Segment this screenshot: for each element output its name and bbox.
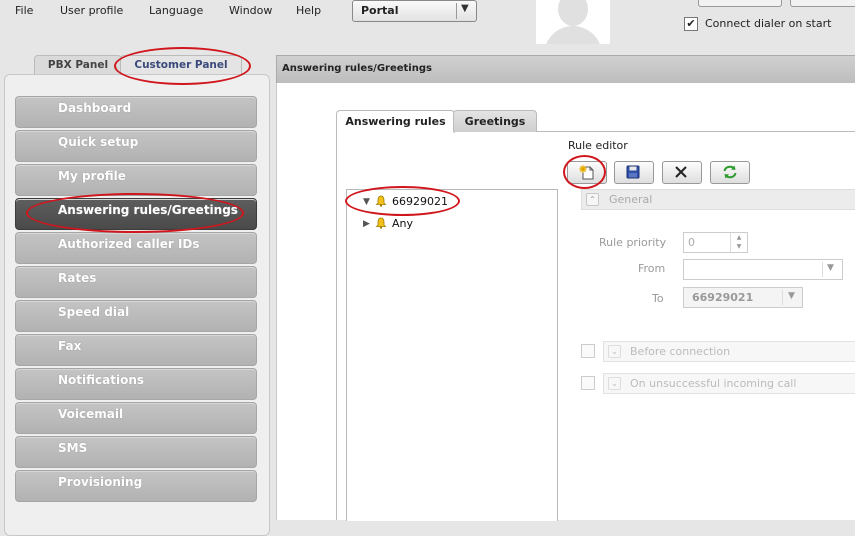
sidebar-item-label: SMS xyxy=(58,441,88,455)
tree-node-any[interactable]: Any xyxy=(392,217,413,230)
unsuccessful-call-label: On unsuccessful incoming call xyxy=(630,377,797,390)
portal-select[interactable]: Portal ▼ xyxy=(352,0,477,22)
sidebar-item-authorized-caller-ids[interactable]: Authorized caller IDs xyxy=(15,232,257,264)
sidebar-item-speed-dial[interactable]: Speed dial xyxy=(15,300,257,332)
sidebar-item-my-profile[interactable]: My profile xyxy=(15,164,257,196)
sidebar-item-label: Speed dial xyxy=(58,305,130,319)
menu-file[interactable]: File xyxy=(15,4,33,17)
from-select-divider xyxy=(822,262,823,277)
avatar-head-icon xyxy=(558,0,588,26)
unsuccessful-call-section[interactable]: ⌄ On unsuccessful incoming call xyxy=(603,373,855,394)
menu-help[interactable]: Help xyxy=(296,4,321,17)
refresh-button[interactable] xyxy=(710,161,750,184)
general-section-header[interactable]: ⌃ General xyxy=(581,189,855,210)
save-icon xyxy=(626,165,640,179)
portal-select-divider xyxy=(456,3,457,19)
connect-dialer-checkbox[interactable]: ✔ xyxy=(684,17,698,31)
bell-icon xyxy=(375,217,387,229)
chevron-down-icon: ▼ xyxy=(827,263,834,273)
avatar xyxy=(536,0,610,44)
sidebar-item-label: Voicemail xyxy=(58,407,124,421)
sidebar-item-label: Quick setup xyxy=(58,135,139,149)
page-title-bar: Answering rules/Greetings xyxy=(276,55,855,84)
chevron-down-icon: ▼ xyxy=(461,3,469,14)
stepper-arrows-icon[interactable]: ▲ ▼ xyxy=(730,233,747,252)
from-select[interactable]: ▼ xyxy=(683,259,843,280)
sidebar-item-rates[interactable]: Rates xyxy=(15,266,257,298)
top-button-1[interactable] xyxy=(698,0,782,7)
rule-priority-value: 0 xyxy=(688,236,695,249)
chevron-up-icon[interactable]: ⌃ xyxy=(586,193,599,206)
sidebar-item-dashboard[interactable]: Dashboard xyxy=(15,96,257,128)
to-select-value: 66929021 xyxy=(692,291,754,304)
delete-icon xyxy=(675,166,687,178)
rule-editor-label: Rule editor xyxy=(568,139,628,152)
sidebar-item-label: Rates xyxy=(58,271,97,285)
sidebar-item-label: Authorized caller IDs xyxy=(58,237,200,251)
menu-language[interactable]: Language xyxy=(149,4,203,17)
rule-priority-stepper[interactable]: 0 ▲ ▼ xyxy=(683,232,748,253)
portal-select-value: Portal xyxy=(361,4,399,17)
sidebar-item-answering-rules[interactable]: Answering rules/Greetings xyxy=(15,198,257,230)
delete-button[interactable] xyxy=(662,161,702,184)
to-label: To xyxy=(652,292,664,305)
sidebar-item-fax[interactable]: Fax xyxy=(15,334,257,366)
bell-icon xyxy=(375,195,387,207)
sidebar-item-provisioning[interactable]: Provisioning xyxy=(15,470,257,502)
sidebar-item-notifications[interactable]: Notifications xyxy=(15,368,257,400)
sidebar-item-label: Dashboard xyxy=(58,101,132,115)
to-select[interactable]: 66929021 ▼ xyxy=(683,287,803,308)
general-section-label: General xyxy=(609,193,653,206)
sidebar-item-label: Notifications xyxy=(58,373,145,387)
page-title: Answering rules/Greetings xyxy=(282,63,432,74)
expanded-arrow-icon[interactable]: ▼ xyxy=(363,197,370,207)
tree-node-root[interactable]: 66929021 xyxy=(392,195,448,208)
to-select-divider xyxy=(782,290,783,305)
tab-greetings[interactable]: Greetings xyxy=(453,110,537,132)
from-label: From xyxy=(638,262,666,275)
sidebar-item-label: My profile xyxy=(58,169,126,183)
tab-customer-panel[interactable]: Customer Panel xyxy=(120,55,242,75)
menu-window[interactable]: Window xyxy=(229,4,272,17)
before-connection-section[interactable]: ⌄ Before connection xyxy=(603,341,855,362)
tab-answering-rules[interactable]: Answering rules xyxy=(336,110,455,133)
sidebar-item-voicemail[interactable]: Voicemail xyxy=(15,402,257,434)
rules-tree: ▼ 66929021 ▶ Any xyxy=(346,189,558,521)
unsuccessful-call-checkbox[interactable] xyxy=(581,376,595,390)
top-button-2[interactable] xyxy=(790,0,855,7)
chevron-down-icon: ▼ xyxy=(788,291,795,301)
sidebar-item-label: Fax xyxy=(58,339,82,353)
sidebar-item-sms[interactable]: SMS xyxy=(15,436,257,468)
menu-user-profile[interactable]: User profile xyxy=(60,4,123,17)
avatar-body-icon xyxy=(544,26,602,44)
tab-pbx-panel[interactable]: PBX Panel xyxy=(34,55,122,75)
rule-priority-label: Rule priority xyxy=(599,236,667,249)
save-button[interactable] xyxy=(614,161,654,184)
sidebar-item-label: Answering rules/Greetings xyxy=(58,203,238,217)
new-rule-icon xyxy=(579,165,594,180)
before-connection-label: Before connection xyxy=(630,345,731,358)
chevron-down-icon[interactable]: ⌄ xyxy=(608,345,621,358)
sidebar-item-label: Provisioning xyxy=(58,475,143,489)
new-rule-button[interactable] xyxy=(567,161,607,184)
chevron-down-icon[interactable]: ⌄ xyxy=(608,377,621,390)
collapsed-arrow-icon[interactable]: ▶ xyxy=(363,219,370,229)
sidebar-item-quick-setup[interactable]: Quick setup xyxy=(15,130,257,162)
refresh-icon xyxy=(723,165,737,179)
connect-dialer-label: Connect dialer on start xyxy=(705,17,832,30)
before-connection-checkbox[interactable] xyxy=(581,344,595,358)
